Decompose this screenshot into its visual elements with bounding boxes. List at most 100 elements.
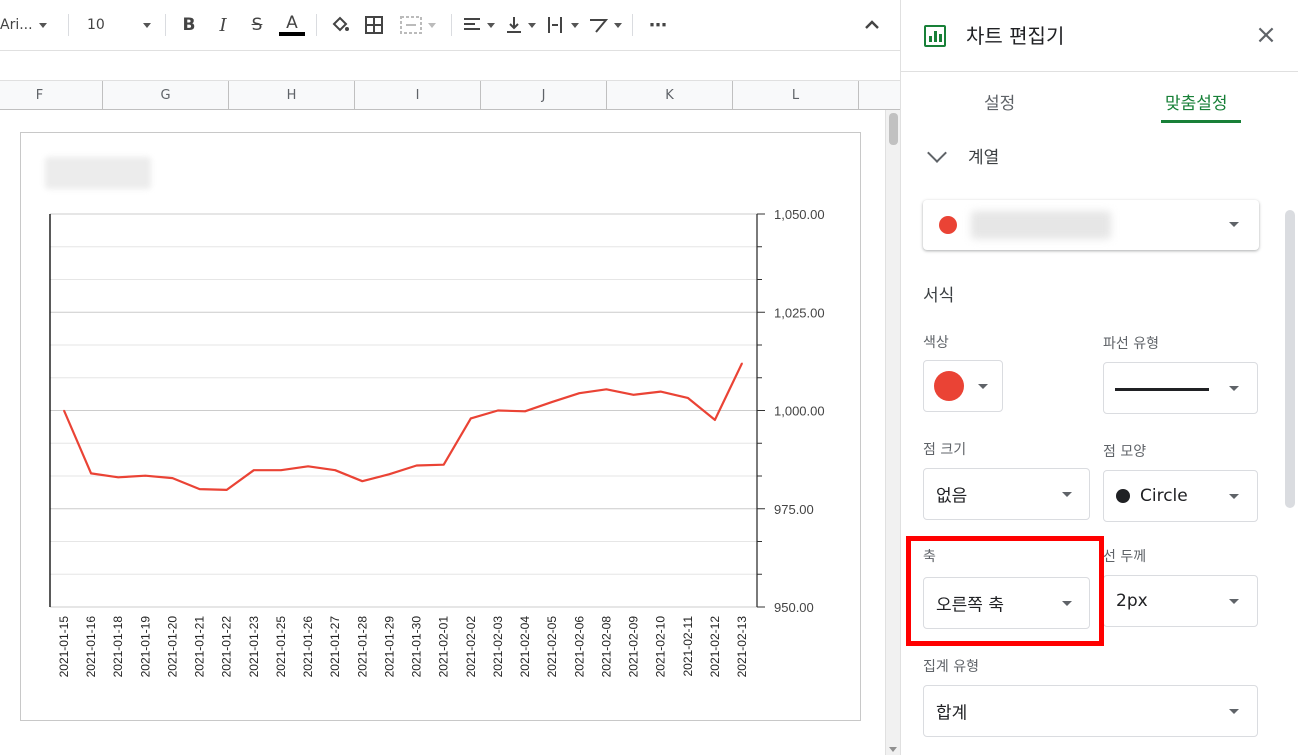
- chevron-down-icon: [1062, 601, 1072, 606]
- chart-editor-panel: 차트 편집기 × 설정 맞춤설정 계열 서식 색상 파선 유형 점 크기 없음 …: [900, 0, 1298, 755]
- x-tick-label: 2021-01-30: [410, 616, 424, 678]
- data-point: [171, 477, 174, 479]
- data-point: [90, 472, 92, 475]
- data-point: [659, 390, 662, 393]
- data-point: [442, 463, 445, 466]
- chevron-down-icon: [1229, 222, 1239, 227]
- data-point: [741, 362, 743, 365]
- line-width-value: 2px: [1116, 591, 1148, 611]
- chevron-down-icon: [1229, 599, 1239, 604]
- line-width-select[interactable]: 2px: [1103, 575, 1258, 627]
- point-size-value: 없음: [936, 486, 968, 507]
- data-point: [578, 392, 581, 395]
- chart-editor-tabs: 설정 맞춤설정: [901, 73, 1298, 125]
- color-swatch: [934, 371, 964, 401]
- section-series-title[interactable]: 계열: [968, 143, 999, 168]
- x-tick-label: 2021-02-12: [708, 616, 722, 678]
- aggregate-value: 합계: [936, 703, 968, 724]
- editor-scrollbar[interactable]: [1285, 210, 1295, 508]
- data-point: [388, 473, 391, 475]
- x-tick-label: 2021-02-09: [627, 616, 641, 678]
- data-point: [225, 489, 228, 491]
- y-tick-label: 975.00: [774, 502, 814, 517]
- point-shape-value: Circle: [1140, 486, 1188, 506]
- line-chart: 1,050.00 1,025.00 1,000.00 975.00 950.00 2021…: [49, 207, 825, 678]
- x-tick-label: 2021-02-04: [518, 616, 532, 678]
- x-tick-label: 2021-01-20: [165, 616, 179, 678]
- data-point: [253, 469, 255, 472]
- chevron-down-icon[interactable]: [927, 143, 947, 163]
- y-tick-label: 950.00: [774, 600, 814, 615]
- chart-editor-header: 차트 편집기 ×: [901, 0, 1298, 72]
- axis-label: 축: [923, 549, 936, 565]
- data-point: [686, 397, 689, 399]
- close-icon[interactable]: ×: [1253, 22, 1279, 48]
- data-point: [497, 409, 499, 412]
- chevron-down-icon: [1229, 494, 1239, 499]
- solid-line-preview: [1115, 388, 1209, 391]
- x-tick-label: 2021-02-06: [572, 616, 586, 678]
- point-size-label: 점 크기: [923, 442, 967, 458]
- x-tick-label: 2021-01-28: [355, 616, 369, 678]
- chevron-down-icon: [978, 384, 988, 389]
- chevron-down-icon: [1229, 386, 1239, 391]
- color-picker[interactable]: [923, 360, 1003, 412]
- bar-chart-icon: [924, 25, 946, 47]
- x-tick-label: 2021-02-02: [464, 616, 478, 678]
- chart-editor-title: 차트 편집기: [966, 24, 1065, 48]
- data-point: [144, 474, 147, 477]
- aggregate-label: 집계 유형: [923, 659, 979, 675]
- point-shape-select[interactable]: Circle: [1103, 470, 1258, 522]
- spreadsheet: Ari... 10 B I S A ⋯ F G H I J K L 1,050.…: [0, 0, 900, 755]
- axis-select[interactable]: 오른쪽 축: [923, 577, 1090, 629]
- data-point: [632, 393, 635, 396]
- axis-value: 오른쪽 축: [936, 595, 1004, 616]
- series-color-dot: [939, 216, 957, 234]
- x-tick-label: 2021-01-25: [274, 616, 288, 678]
- data-point: [714, 419, 716, 421]
- x-tick-label: 2021-01-18: [111, 616, 125, 678]
- point-size-select[interactable]: 없음: [923, 468, 1090, 520]
- x-tick-label: 2021-02-08: [599, 616, 613, 678]
- dash-type-select[interactable]: [1103, 362, 1258, 414]
- data-point: [361, 480, 364, 483]
- data-point: [334, 469, 337, 472]
- series-name-redacted: [971, 211, 1111, 239]
- data-point: [551, 401, 553, 403]
- circle-icon: [1116, 489, 1130, 503]
- data-point: [280, 469, 282, 472]
- chevron-down-icon: [1062, 492, 1072, 497]
- chevron-down-icon: [1229, 709, 1239, 714]
- x-tick-label: 2021-02-11: [681, 616, 695, 677]
- x-tick-label: 2021-02-01: [437, 616, 451, 678]
- x-tick-label: 2021-02-05: [545, 616, 559, 678]
- data-point: [605, 388, 608, 391]
- data-point: [415, 464, 418, 467]
- x-tick-label: 2021-01-26: [301, 616, 315, 678]
- tab-customize[interactable]: 맞춤설정: [1165, 89, 1228, 114]
- series-line: [62, 362, 743, 491]
- active-tab-indicator: [1161, 120, 1241, 123]
- format-heading: 서식: [923, 286, 955, 306]
- line-width-label: 선 두께: [1103, 549, 1147, 565]
- aggregate-select[interactable]: 합계: [923, 685, 1258, 737]
- x-tick-label: 2021-01-16: [84, 616, 98, 678]
- x-tick-label: 2021-01-22: [220, 616, 234, 678]
- x-tick-label: 2021-01-19: [138, 616, 152, 678]
- x-tick-label: 2021-01-23: [247, 616, 261, 678]
- x-tick-label: 2021-01-27: [328, 616, 342, 678]
- point-shape-label: 점 모양: [1103, 444, 1147, 460]
- x-tick-label: 2021-02-03: [491, 616, 505, 678]
- y-tick-label: 1,025.00: [774, 305, 825, 320]
- data-point: [198, 488, 201, 490]
- x-tick-label: 2021-01-15: [57, 616, 71, 678]
- y-tick-label: 1,000.00: [774, 404, 825, 419]
- x-tick-label: 2021-01-29: [382, 616, 396, 678]
- x-tick-label: 2021-02-13: [735, 616, 749, 678]
- x-tick-label: 2021-01-21: [193, 616, 207, 678]
- data-point: [524, 410, 526, 413]
- series-select[interactable]: [923, 200, 1259, 250]
- y-tick-label: 1,050.00: [774, 207, 825, 222]
- data-point: [63, 409, 65, 412]
- tab-setup[interactable]: 설정: [984, 89, 1015, 114]
